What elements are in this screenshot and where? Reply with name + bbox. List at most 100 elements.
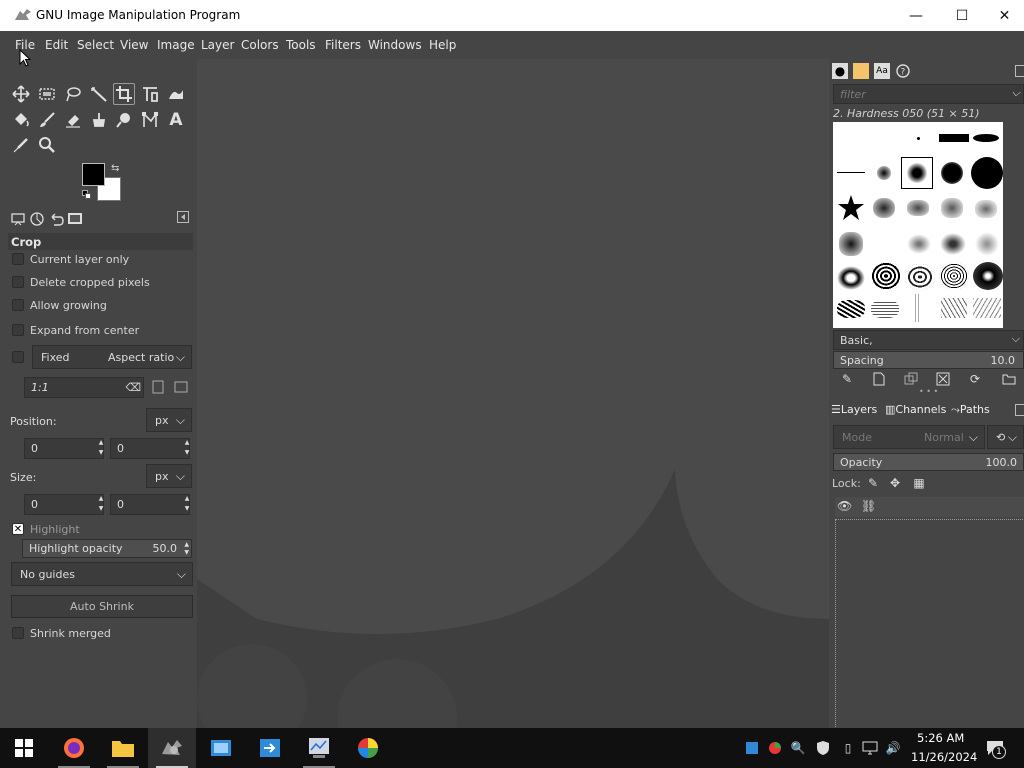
usb-device-icon[interactable]: ▯ (840, 740, 856, 756)
menu-image[interactable]: Image (157, 38, 195, 52)
duplicate-brush-icon[interactable] (903, 371, 919, 387)
bucket-fill-tool-icon[interactable] (10, 109, 32, 131)
position-y-stepper[interactable]: ▲ ▼ (182, 438, 192, 459)
mode-switch-button[interactable]: ⟲ ⌵ (987, 425, 1024, 449)
tray-color-icon[interactable] (767, 740, 783, 756)
warp-transform-tool-icon[interactable] (165, 83, 187, 105)
menu-select[interactable]: Select (77, 38, 114, 52)
portrait-icon[interactable] (150, 379, 166, 395)
size-width-input[interactable]: 0 (24, 494, 104, 515)
eraser-tool-icon[interactable] (62, 109, 84, 131)
size-width-stepper[interactable]: ▲ ▼ (96, 494, 106, 515)
refresh-brushes-icon[interactable]: ⟳ (967, 371, 983, 387)
clone-tool-icon[interactable] (88, 109, 110, 131)
fonts-tab-icon[interactable]: Aa (874, 63, 890, 79)
brush-filter-input[interactable]: filter ⌵ (833, 84, 1024, 104)
crop-tool-icon[interactable] (113, 83, 135, 105)
lock-pixels-icon[interactable]: ✎ (865, 475, 881, 491)
maximize-button[interactable]: ☐ (939, 0, 985, 31)
tab-paths[interactable]: ⤳Paths (951, 403, 990, 417)
menu-filters[interactable]: Filters (325, 38, 361, 52)
foreground-color-swatch[interactable] (82, 163, 105, 186)
images-tab-icon[interactable] (67, 211, 83, 227)
settings-taskbar-item[interactable] (197, 728, 245, 768)
swap-colors-icon[interactable]: ⇆ (111, 163, 123, 175)
tab-channels[interactable]: ▥Channels (885, 403, 946, 416)
menu-view[interactable]: View (120, 38, 148, 52)
smudge-tool-icon[interactable] (113, 109, 135, 131)
brush-tag-combo[interactable]: Basic, ⌵ (833, 330, 1024, 350)
firefox-taskbar-item[interactable] (50, 728, 98, 768)
configure-tab-icon[interactable] (1013, 402, 1024, 418)
position-unit-combo[interactable]: px ⌵ (146, 408, 192, 432)
size-height-stepper[interactable]: ▲ ▼ (182, 494, 192, 515)
undo-history-tab-icon[interactable] (48, 211, 64, 227)
menu-windows[interactable]: Windows (368, 38, 422, 52)
size-unit-combo[interactable]: px ⌵ (146, 464, 192, 488)
zoom-tool-icon[interactable] (36, 134, 58, 156)
current-layer-only-option[interactable]: Current layer only (12, 250, 129, 268)
configure-tab-icon[interactable] (177, 211, 193, 227)
menu-edit[interactable]: Edit (45, 38, 68, 52)
default-colors-icon[interactable] (82, 190, 92, 200)
layer-opacity-slider[interactable]: Opacity 100.0 (833, 453, 1024, 471)
patterns-tab-icon[interactable] (853, 63, 869, 79)
fuzzy-select-tool-icon[interactable] (88, 83, 110, 105)
rect-select-tool-icon[interactable] (36, 83, 58, 105)
highlight-option[interactable]: ✕ Highlight (12, 520, 80, 538)
checked-icon[interactable]: ✕ (12, 523, 24, 535)
colors-taskbar-item[interactable] (344, 728, 392, 768)
position-x-stepper[interactable]: ▲ ▼ (96, 438, 106, 459)
drag-handle-icon[interactable]: • • • (919, 387, 938, 396)
open-brush-folder-icon[interactable] (1001, 371, 1017, 387)
close-button[interactable]: ✕ (985, 0, 1024, 31)
brushes-tab-icon[interactable]: ● (832, 63, 848, 79)
position-y-input[interactable]: 0 (110, 438, 190, 459)
fixed-mode-combo[interactable]: Fixed Aspect ratio ⌵ (32, 345, 192, 369)
spacing-slider[interactable]: Spacing 10.0 (833, 351, 1024, 369)
start-button[interactable] (0, 728, 48, 768)
allow-growing-option[interactable]: Allow growing (12, 296, 107, 314)
brush-grid[interactable] (833, 122, 1003, 328)
unified-transform-tool-icon[interactable] (139, 83, 161, 105)
ratio-input[interactable]: 1:1 ⌫ (24, 377, 144, 398)
gimp-taskbar-item[interactable] (148, 728, 196, 768)
menu-help[interactable]: Help (429, 38, 456, 52)
checkbox[interactable] (12, 351, 24, 363)
tool-options-tab-icon[interactable] (10, 211, 26, 227)
clock-time[interactable]: 5:26 AM (917, 731, 964, 745)
paintbrush-tool-icon[interactable] (36, 109, 58, 131)
configure-tab-icon[interactable] (1013, 63, 1024, 79)
tray-search-icon[interactable]: 🔍 (790, 740, 806, 756)
lock-position-icon[interactable]: ✥ (887, 475, 903, 491)
fixed-checkbox[interactable] (12, 348, 30, 366)
expand-from-center-option[interactable]: Expand from center (12, 321, 139, 339)
position-x-input[interactable]: 0 (24, 438, 104, 459)
shrink-merged-option[interactable]: Shrink merged (12, 624, 111, 642)
visibility-eye-icon[interactable]: 👁 (837, 499, 852, 513)
size-height-input[interactable]: 0 (110, 494, 190, 515)
layer-list[interactable] (835, 519, 1024, 731)
clock-date[interactable]: 11/26/2024 (911, 750, 977, 764)
checkbox[interactable] (12, 276, 24, 288)
remote-desktop-taskbar-item[interactable] (246, 728, 294, 768)
file-explorer-taskbar-item[interactable] (99, 728, 147, 768)
lasso-tool-icon[interactable] (62, 83, 84, 105)
minimize-button[interactable]: — (893, 0, 939, 31)
checkbox[interactable] (12, 324, 24, 336)
delete-cropped-option[interactable]: Delete cropped pixels (12, 273, 150, 291)
network-icon[interactable] (862, 740, 878, 756)
checkbox[interactable] (12, 299, 24, 311)
monitor-taskbar-item[interactable] (295, 728, 343, 768)
volume-icon[interactable]: 🔊 (885, 740, 901, 756)
image-canvas-area[interactable] (197, 59, 829, 729)
defender-shield-icon[interactable] (815, 740, 831, 756)
landscape-icon[interactable] (173, 379, 189, 395)
text-tool-icon[interactable]: A (165, 109, 187, 131)
delete-brush-icon[interactable] (935, 371, 951, 387)
move-tool-icon[interactable] (10, 83, 32, 105)
paths-tool-icon[interactable] (139, 109, 161, 131)
clear-icon[interactable]: ⌫ (125, 381, 141, 394)
auto-shrink-button[interactable]: Auto Shrink (11, 595, 193, 618)
new-brush-icon[interactable] (871, 371, 887, 387)
